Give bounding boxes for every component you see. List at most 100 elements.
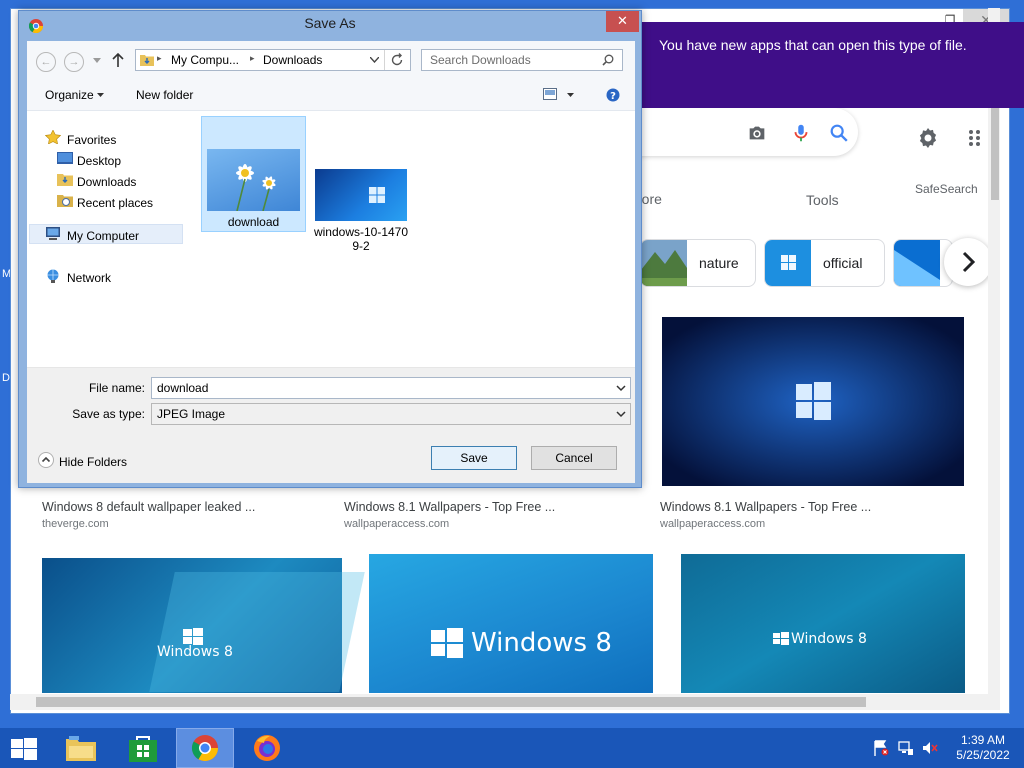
- organize-chevron-icon[interactable]: [97, 93, 104, 98]
- taskbar-chrome[interactable]: [176, 728, 234, 768]
- address-dropdown-icon[interactable]: [370, 57, 379, 63]
- file-item-download[interactable]: download: [201, 116, 306, 232]
- chip-label: nature: [699, 255, 739, 271]
- new-apps-notification[interactable]: You have new apps that can open this typ…: [640, 22, 1024, 108]
- chip-thumbnail: [641, 240, 687, 286]
- tab-tools[interactable]: Tools: [806, 192, 839, 208]
- desktop-icon-label: D: [2, 372, 10, 384]
- nav-network[interactable]: Network: [67, 271, 111, 285]
- command-bar: Organize New folder ?: [27, 79, 635, 111]
- file-name-value: download: [157, 381, 209, 395]
- file-name-input[interactable]: download: [151, 377, 631, 399]
- nav-downloads[interactable]: Downloads: [77, 175, 136, 189]
- result-title[interactable]: Windows 8.1 Wallpapers - Top Free ...: [660, 500, 871, 514]
- file-thumbnail: [207, 149, 300, 211]
- clock-time: 1:39 AM: [960, 733, 1006, 747]
- chevron-down-icon[interactable]: [616, 408, 626, 420]
- microphone-icon[interactable]: [790, 122, 812, 144]
- taskbar-store[interactable]: [114, 728, 172, 768]
- help-icon[interactable]: ?: [606, 88, 620, 102]
- result-site: theverge.com: [42, 518, 109, 530]
- image-caption: Windows 8: [157, 644, 233, 660]
- chevron-right-icon: [962, 251, 976, 273]
- address-bar[interactable]: ▸ My Compu... ▸ Downloads: [135, 49, 411, 71]
- view-options-icon[interactable]: [543, 88, 557, 100]
- view-chevron-icon[interactable]: [567, 93, 574, 98]
- organize-menu[interactable]: Organize: [45, 88, 94, 102]
- dialog-title: Save As: [304, 15, 356, 31]
- chip-thumbnail: [894, 240, 940, 286]
- dialog-close-button[interactable]: ✕: [606, 11, 639, 32]
- result-image[interactable]: Windows 8: [369, 554, 653, 693]
- chip-official[interactable]: official: [764, 239, 885, 287]
- up-arrow-icon[interactable]: [112, 53, 124, 67]
- firefox-icon: [254, 735, 280, 761]
- volume-muted-icon[interactable]: [922, 740, 938, 756]
- taskbar-firefox[interactable]: [238, 728, 296, 768]
- save-as-type-label: Save as type:: [72, 407, 145, 421]
- file-name-label: File name:: [88, 381, 145, 395]
- image-caption: Windows 8: [471, 628, 612, 658]
- hide-folders-button[interactable]: Hide Folders: [59, 455, 127, 469]
- search-placeholder: Search Downloads: [430, 53, 531, 67]
- nav-desktop[interactable]: Desktop: [77, 154, 121, 168]
- result-image[interactable]: Windows 8: [681, 554, 965, 693]
- action-center-flag-icon[interactable]: [873, 740, 889, 756]
- save-options-pane: File name: download Save as type: JPEG I…: [27, 367, 635, 483]
- navigation-pane: Favorites Desktop Downloads Recent place…: [27, 111, 191, 367]
- taskbar-file-explorer[interactable]: [52, 728, 110, 768]
- search-icon[interactable]: [828, 122, 850, 144]
- network-status-icon[interactable]: [898, 740, 914, 756]
- cancel-button[interactable]: Cancel: [531, 446, 617, 470]
- new-folder-button[interactable]: New folder: [136, 88, 193, 102]
- refresh-icon[interactable]: [390, 53, 404, 67]
- chip-nature[interactable]: nature: [640, 239, 756, 287]
- save-as-type-value: JPEG Image: [157, 407, 226, 421]
- horizontal-scroll-thumb[interactable]: [36, 697, 866, 707]
- camera-icon[interactable]: [746, 122, 768, 144]
- chevron-down-icon[interactable]: [616, 382, 626, 394]
- result-title[interactable]: Windows 8.1 Wallpapers - Top Free ...: [344, 500, 555, 514]
- file-label-line: windows-10-1470: [313, 225, 409, 239]
- apps-grid-icon[interactable]: [968, 129, 982, 147]
- search-downloads-input[interactable]: Search Downloads: [421, 49, 623, 71]
- notification-text: You have new apps that can open this typ…: [659, 37, 967, 53]
- chrome-icon: [191, 735, 219, 762]
- settings-gear-icon[interactable]: [916, 126, 940, 150]
- navigation-row: ← → ▸ My Compu... ▸ Downloads Search Dow…: [27, 41, 635, 79]
- result-site: wallpaperaccess.com: [660, 518, 766, 530]
- recent-locations-chevron-icon[interactable]: [93, 58, 101, 64]
- store-bag-icon: [129, 736, 157, 762]
- recent-places-icon: [57, 195, 73, 207]
- windows-logo-icon: [431, 628, 463, 658]
- nav-favorites[interactable]: Favorites: [67, 133, 116, 147]
- svg-text:?: ?: [610, 91, 616, 102]
- chip-label: official: [823, 255, 863, 271]
- star-icon: [45, 130, 61, 144]
- chip-thumbnail: [765, 240, 811, 286]
- desktop-icon: [57, 152, 73, 164]
- breadcrumb-downloads[interactable]: Downloads: [263, 53, 322, 67]
- folder-download-icon: [140, 55, 154, 66]
- chips-next-button[interactable]: [944, 238, 992, 286]
- save-as-type-select[interactable]: JPEG Image: [151, 403, 631, 425]
- nav-recent-places[interactable]: Recent places: [77, 196, 153, 210]
- file-label: download: [227, 215, 280, 229]
- breadcrumb-separator-icon: ▸: [250, 53, 255, 63]
- result-image[interactable]: Windows 8: [42, 558, 365, 693]
- result-title[interactable]: Windows 8 default wallpaper leaked ...: [42, 500, 255, 514]
- nav-my-computer[interactable]: My Computer: [67, 229, 139, 243]
- chevron-up-circle-icon[interactable]: [38, 452, 54, 468]
- file-item-windows-10[interactable]: windows-10-1470 9-2: [307, 225, 415, 253]
- save-button[interactable]: Save: [431, 446, 517, 470]
- forward-button[interactable]: →: [64, 52, 84, 72]
- file-thumbnail[interactable]: [315, 169, 407, 221]
- result-image[interactable]: [662, 317, 964, 486]
- safesearch-link[interactable]: SafeSearch: [915, 182, 978, 196]
- search-icon[interactable]: [602, 54, 614, 66]
- start-button[interactable]: [0, 728, 58, 768]
- dialog-body: ← → ▸ My Compu... ▸ Downloads Search Dow…: [27, 41, 635, 483]
- taskbar-clock[interactable]: 1:39 AM 5/25/2022: [948, 733, 1018, 763]
- back-button[interactable]: ←: [36, 52, 56, 72]
- breadcrumb-my-computer[interactable]: My Compu...: [171, 53, 239, 67]
